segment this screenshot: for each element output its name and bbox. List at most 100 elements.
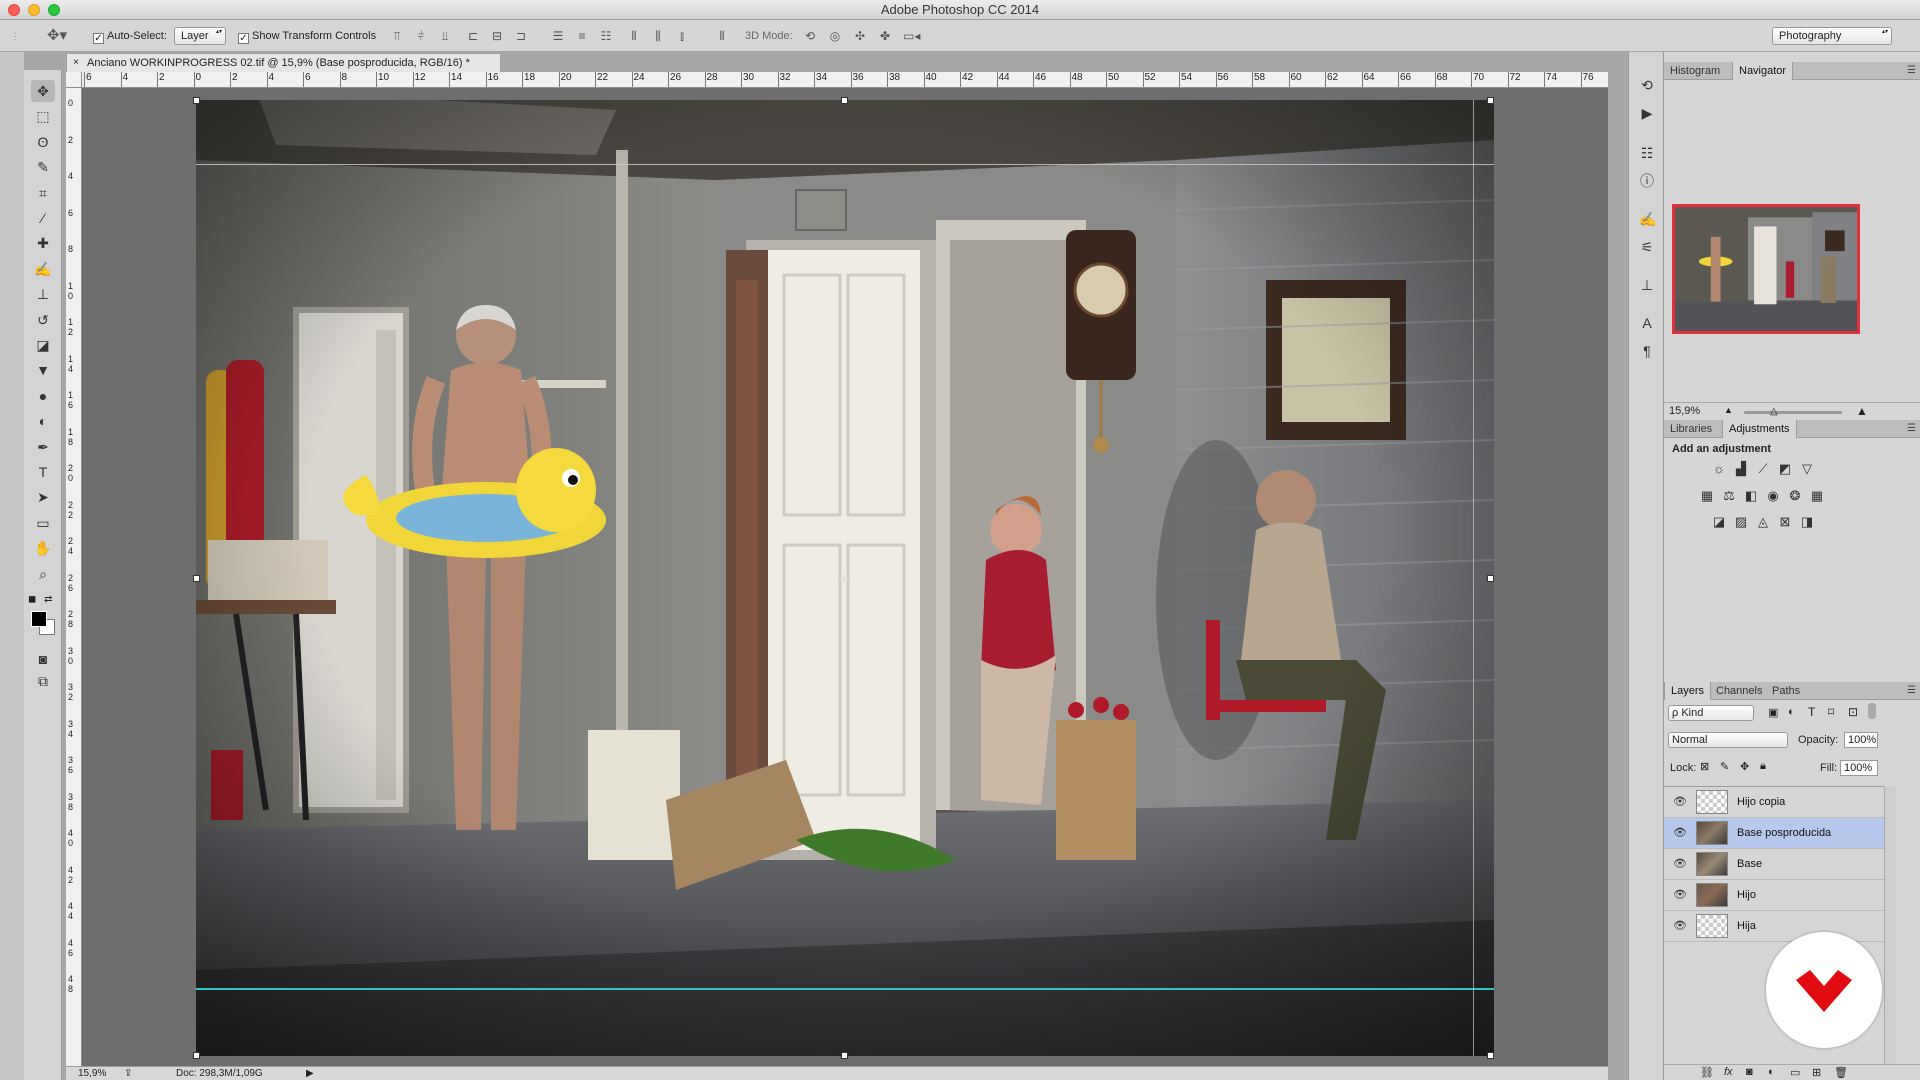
zoom-slider-thumb[interactable]: △ [1770, 406, 1778, 417]
tab-adjustments[interactable]: Adjustments [1722, 420, 1797, 438]
clone-source-icon[interactable]: ⊥ [1639, 276, 1655, 294]
blend-mode-select[interactable]: Normal [1668, 732, 1788, 748]
3d-scale-icon[interactable]: ▭◂ [903, 29, 920, 43]
curves-icon[interactable]: ⟋ [1754, 461, 1772, 477]
default-colors-icon[interactable]: ◼ [28, 595, 40, 607]
tab-paths[interactable]: Paths [1766, 682, 1806, 700]
posterize-icon[interactable]: ▨ [1732, 514, 1750, 530]
layer-thumbnail[interactable] [1696, 914, 1728, 938]
vertical-ruler[interactable]: 0 2 4 6 8 1 0 1 2 1 4 1 6 1 8 2 0 2 2 2 4 2 6 2 8 3 0 3 … [66, 88, 82, 1066]
align-left-icon[interactable]: ⊏ [466, 29, 480, 43]
history-icon[interactable]: ⟲ [1639, 76, 1655, 94]
lock-all-icon[interactable]: 🔒︎ [1760, 760, 1766, 773]
lock-position-icon[interactable]: ✥ [1740, 760, 1749, 773]
distribute-bottom-icon[interactable]: ☷ [599, 29, 613, 43]
link-layers-icon[interactable]: ⛓ [1700, 1066, 1714, 1079]
zoom-tool[interactable]: ⌕ [31, 563, 55, 585]
channel-mixer-icon[interactable]: ❂ [1786, 488, 1804, 504]
paint-bucket-tool[interactable]: ▼ [31, 359, 55, 381]
layer-thumbnail[interactable] [1696, 883, 1728, 907]
foreground-color-swatch[interactable] [31, 611, 47, 627]
minimize-window-button[interactable] [28, 4, 40, 16]
quick-select-tool[interactable]: ✎ [31, 156, 55, 178]
lasso-tool[interactable]: ʘ [31, 131, 55, 153]
stamp-tool[interactable]: ⊥ [31, 283, 55, 305]
filter-pixel-icon[interactable]: ▣ [1768, 706, 1778, 719]
character-icon[interactable]: A [1639, 314, 1655, 332]
levels-icon[interactable]: ▟ [1732, 461, 1750, 477]
invert-icon[interactable]: ◪ [1710, 514, 1728, 530]
panel-menu-icon[interactable]: ☰ [1907, 62, 1916, 80]
info-icon[interactable]: ⓘ [1639, 172, 1655, 190]
visibility-eye-icon[interactable]: 👁︎ [1673, 919, 1687, 933]
visibility-eye-icon[interactable]: 👁︎ [1673, 826, 1687, 840]
layer-row[interactable]: 👁︎ Base [1664, 849, 1884, 880]
close-document-icon[interactable]: × [73, 54, 79, 72]
quick-mask-icon[interactable]: ◙ [31, 648, 55, 670]
fill-input[interactable]: 100% [1840, 760, 1878, 776]
guide-line-vertical[interactable] [1473, 100, 1474, 1056]
panel-menu-icon[interactable]: ☰ [1907, 682, 1916, 700]
visibility-eye-icon[interactable]: 👁︎ [1673, 857, 1687, 871]
layers-scrollbar[interactable] [1884, 787, 1896, 1080]
zoom-window-button[interactable] [48, 4, 60, 16]
workspace-select[interactable]: Photography [1772, 27, 1892, 45]
new-layer-icon[interactable]: ⊞ [1812, 1066, 1821, 1079]
distribute-left-icon[interactable]: ⦀ [627, 29, 641, 43]
hue-saturation-icon[interactable]: ▦ [1698, 488, 1716, 504]
auto-align-icon[interactable]: ⫴ [715, 29, 729, 43]
marquee-tool[interactable]: ⬚ [31, 105, 55, 127]
healing-tool[interactable]: ✚ [31, 232, 55, 254]
auto-select-checkbox[interactable]: ✓ Auto-Select: [93, 28, 167, 44]
auto-select-target-select[interactable]: Layer [174, 27, 226, 45]
dodge-tool[interactable]: ◐ [31, 410, 55, 432]
visibility-eye-icon[interactable]: 👁︎ [1673, 795, 1687, 809]
filter-smart-object-icon[interactable]: ⊡ [1848, 705, 1858, 719]
layer-name[interactable]: Hijo [1737, 880, 1756, 911]
tab-libraries[interactable]: Libraries [1664, 420, 1718, 438]
rectangle-tool[interactable]: ▭ [31, 512, 55, 534]
guide-line-active[interactable] [196, 988, 1494, 990]
guide-line-horizontal[interactable] [196, 164, 1494, 165]
layer-row[interactable]: 👁︎ Hijo [1664, 880, 1884, 911]
new-group-icon[interactable]: ▭ [1790, 1066, 1800, 1079]
color-balance-icon[interactable]: ⚖ [1720, 488, 1738, 504]
visibility-eye-icon[interactable]: 👁︎ [1673, 888, 1687, 902]
align-bottom-icon[interactable]: ⫫ [438, 29, 452, 43]
fx-icon[interactable]: fx [1724, 1066, 1733, 1078]
3d-drag-icon[interactable]: ✣ [853, 29, 867, 43]
show-transform-checkbox[interactable]: ✓ Show Transform Controls [238, 28, 376, 44]
selective-color-icon[interactable]: ⊠ [1776, 514, 1794, 530]
layer-name[interactable]: Base posproducida [1737, 818, 1831, 849]
history-brush-tool[interactable]: ↺ [31, 309, 55, 331]
brush-tool[interactable]: ✍ [31, 258, 55, 280]
layer-kind-filter[interactable]: ρ Kind [1668, 705, 1754, 721]
brush-presets-icon[interactable]: ✍ [1639, 210, 1656, 228]
tab-histogram[interactable]: Histogram [1664, 62, 1726, 80]
navigator-zoom-field[interactable]: 15,9% [1666, 404, 1710, 420]
tab-navigator[interactable]: Navigator [1732, 62, 1794, 80]
vibrance-icon[interactable]: ▽ [1798, 461, 1816, 477]
ruler-origin[interactable] [66, 72, 82, 88]
zoom-in-icon[interactable]: ▲ [1856, 404, 1868, 418]
status-menu-arrow-icon[interactable]: ▶ [306, 1067, 314, 1080]
move-tool[interactable]: ✥ [31, 80, 55, 102]
filter-adjustment-icon[interactable]: ◐ [1788, 706, 1795, 718]
color-lookup-icon[interactable]: ▦ [1808, 488, 1826, 504]
zoom-slider-track[interactable] [1744, 411, 1842, 414]
layer-row[interactable]: 👁︎ Base posproducida [1664, 818, 1884, 849]
lock-transparent-icon[interactable]: ⊠ [1700, 760, 1709, 773]
exposure-icon[interactable]: ◩ [1776, 461, 1794, 477]
lock-pixels-icon[interactable]: ✎ [1720, 760, 1729, 773]
close-window-button[interactable] [8, 4, 20, 16]
tab-channels[interactable]: Channels [1710, 682, 1768, 700]
black-white-icon[interactable]: ◧ [1742, 488, 1760, 504]
blur-tool[interactable]: ● [31, 385, 55, 407]
filter-type-icon[interactable]: T [1808, 705, 1815, 719]
swap-colors-icon[interactable]: ⇄ [44, 594, 56, 606]
layer-name[interactable]: Hijo copia [1737, 787, 1785, 818]
new-adjustment-layer-icon[interactable]: ◐ [1768, 1066, 1775, 1078]
distribute-vcenter-icon[interactable]: ≡ [575, 29, 589, 43]
gradient-map-icon[interactable]: ◨ [1798, 514, 1816, 530]
navigator-thumbnail[interactable] [1672, 204, 1860, 334]
